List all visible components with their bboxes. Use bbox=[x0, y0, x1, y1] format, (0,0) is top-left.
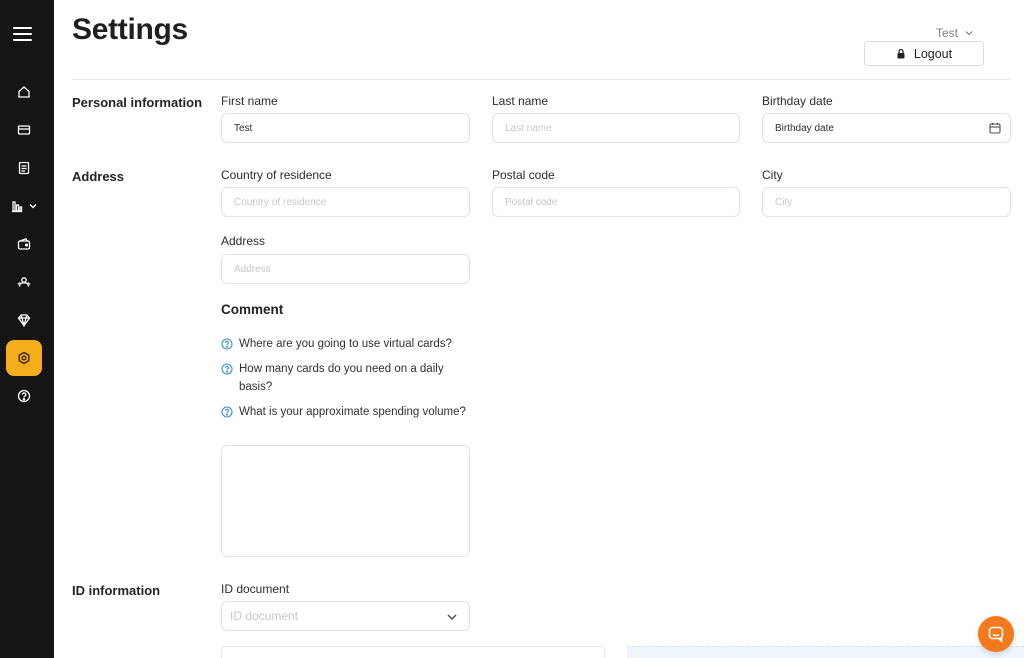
sidebar-item-cards[interactable] bbox=[6, 112, 42, 148]
diamond-icon bbox=[17, 314, 31, 327]
first-name-label: First name bbox=[221, 94, 278, 108]
sidebar-item-help[interactable] bbox=[6, 378, 42, 414]
lock-icon bbox=[897, 48, 905, 59]
chevron-down-icon bbox=[965, 31, 973, 36]
section-address: Address bbox=[72, 169, 125, 184]
address-placeholder: Address bbox=[234, 263, 271, 275]
chevron-down-icon bbox=[447, 614, 457, 621]
comment-question: What is your approximate spending volume… bbox=[221, 403, 471, 421]
country-placeholder: Country of residence bbox=[234, 196, 327, 208]
document-icon bbox=[18, 161, 30, 175]
bar-chart-icon bbox=[12, 201, 23, 213]
home-icon bbox=[18, 86, 30, 98]
sidebar bbox=[0, 0, 54, 658]
sidebar-item-settings[interactable] bbox=[6, 340, 42, 376]
sidebar-item-home[interactable] bbox=[6, 74, 42, 110]
birthday-input[interactable]: Birthday date bbox=[762, 113, 1011, 143]
postal-code-input[interactable]: Postal code bbox=[492, 187, 740, 217]
sidebar-item-analytics[interactable] bbox=[10, 188, 50, 224]
section-personal-information: Personal information bbox=[72, 95, 203, 110]
help-icon bbox=[17, 389, 31, 403]
card-icon bbox=[17, 125, 31, 135]
city-placeholder: City bbox=[775, 196, 793, 208]
section-id-information: ID information bbox=[72, 583, 161, 598]
last-name-input[interactable]: Last name bbox=[492, 113, 740, 143]
address-label: Address bbox=[221, 234, 266, 248]
last-name-label: Last name bbox=[492, 94, 549, 108]
sidebar-item-wallet[interactable] bbox=[6, 226, 42, 262]
wallet-icon bbox=[17, 237, 31, 250]
logout-label: Logout bbox=[913, 46, 953, 61]
comment-question-text: How many cards do you need on a daily ba… bbox=[239, 363, 444, 393]
question-circle-icon bbox=[221, 406, 233, 418]
address-input[interactable]: Address bbox=[221, 254, 470, 284]
upload-box[interactable] bbox=[221, 646, 605, 658]
last-name-placeholder: Last name bbox=[505, 122, 552, 134]
comment-title: Comment bbox=[221, 302, 284, 317]
birthday-label: Birthday date bbox=[762, 94, 833, 108]
sidebar-item-premium[interactable] bbox=[6, 302, 42, 338]
id-document-placeholder: ID document bbox=[230, 609, 299, 623]
user-menu[interactable]: Test bbox=[936, 26, 974, 40]
team-icon bbox=[17, 277, 31, 287]
menu-toggle-button[interactable] bbox=[11, 24, 35, 44]
question-circle-icon bbox=[221, 363, 233, 375]
first-name-input[interactable]: Test bbox=[221, 113, 470, 143]
id-document-select[interactable]: ID document bbox=[221, 601, 470, 631]
city-input[interactable]: City bbox=[762, 187, 1011, 217]
page-title: Settings bbox=[72, 13, 188, 46]
comment-question: How many cards do you need on a daily ba… bbox=[221, 360, 471, 396]
comment-question: Where are you going to use virtual cards… bbox=[221, 335, 471, 353]
comment-textarea[interactable] bbox=[221, 445, 470, 557]
sidebar-item-team[interactable] bbox=[6, 264, 42, 300]
country-label: Country of residence bbox=[221, 168, 332, 182]
first-name-value: Test bbox=[234, 122, 253, 134]
birthday-placeholder: Birthday date bbox=[775, 122, 834, 134]
header-divider bbox=[72, 79, 1010, 80]
logout-button[interactable]: Logout bbox=[864, 41, 984, 66]
upload-dropzone[interactable] bbox=[627, 646, 1024, 658]
comment-question-text: What is your approximate spending volume… bbox=[239, 406, 466, 418]
city-label: City bbox=[762, 168, 783, 182]
chevron-down-icon bbox=[29, 204, 37, 209]
country-input[interactable]: Country of residence bbox=[221, 187, 470, 217]
calendar-icon bbox=[989, 122, 1001, 134]
sidebar-item-documents[interactable] bbox=[6, 150, 42, 186]
postal-code-placeholder: Postal code bbox=[505, 196, 558, 208]
question-circle-icon bbox=[221, 338, 233, 350]
id-document-label: ID document bbox=[221, 582, 290, 596]
comment-question-text: Where are you going to use virtual cards… bbox=[239, 338, 452, 350]
postal-code-label: Postal code bbox=[492, 168, 555, 182]
hamburger-icon bbox=[13, 27, 32, 41]
chat-button[interactable] bbox=[978, 616, 1014, 652]
user-name: Test bbox=[936, 26, 959, 40]
chat-icon bbox=[988, 626, 1004, 643]
settings-icon bbox=[18, 351, 30, 365]
